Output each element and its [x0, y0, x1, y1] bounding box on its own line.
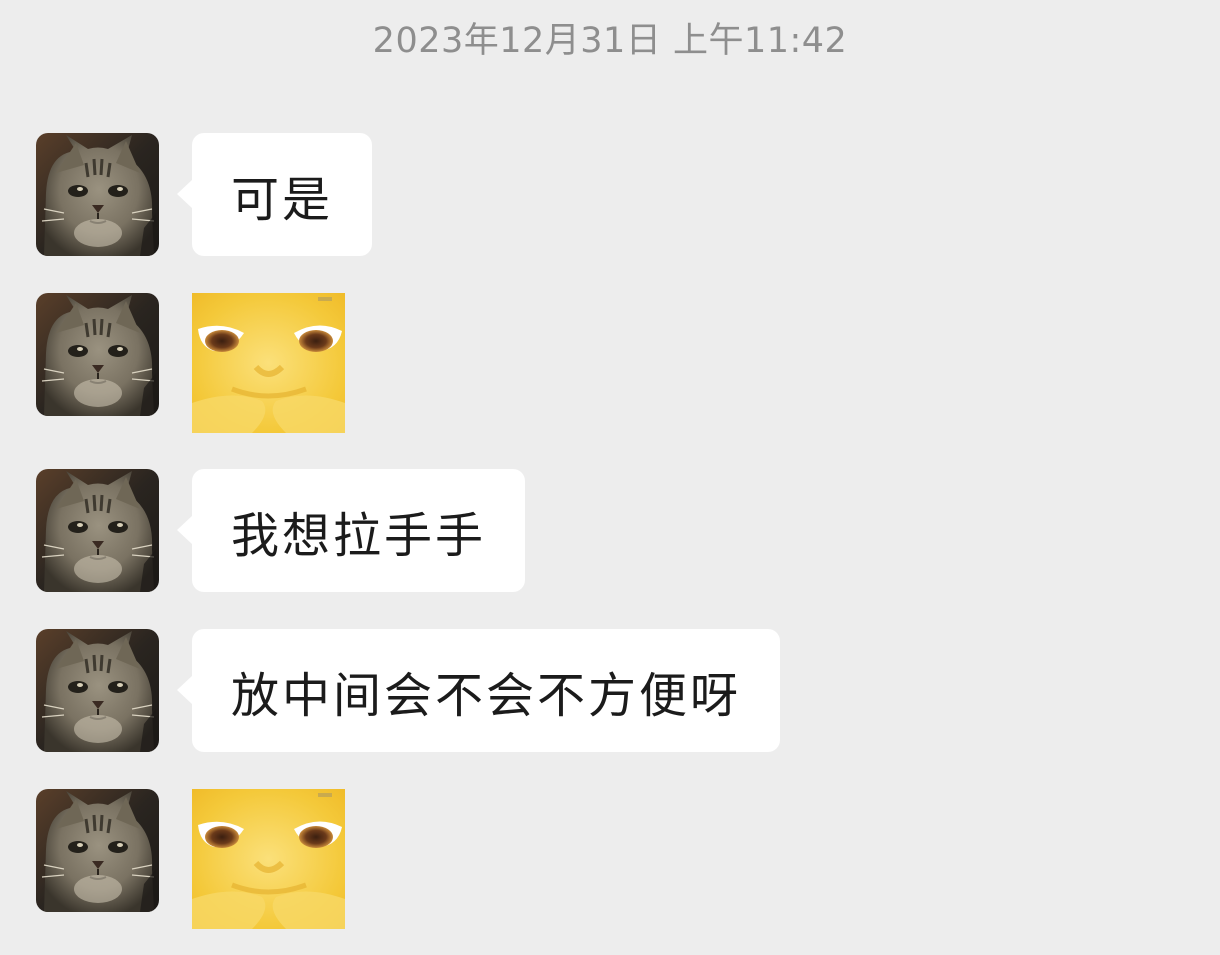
cat-avatar[interactable] [36, 133, 159, 256]
text-message-bubble[interactable]: 可是 [176, 133, 373, 256]
text-message-bubble[interactable]: 放中间会不会不方便呀 [176, 629, 781, 752]
message-row [36, 293, 345, 433]
message-row: 可是 [36, 133, 373, 256]
chat-view: 2023年12月31日 上午11:42 可是 我想拉手手 放中间会不会不方便呀 [0, 0, 1220, 955]
cat-avatar[interactable] [36, 629, 159, 752]
message-timestamp: 2023年12月31日 上午11:42 [372, 21, 848, 61]
message-row: 放中间会不会不方便呀 [36, 629, 781, 752]
yellow-face-sticker[interactable] [192, 789, 345, 929]
cat-avatar[interactable] [36, 469, 159, 592]
message-row: 我想拉手手 [36, 469, 526, 592]
cat-avatar[interactable] [36, 789, 159, 912]
message-row [36, 789, 345, 929]
text-message-bubble[interactable]: 我想拉手手 [176, 469, 526, 592]
yellow-face-sticker[interactable] [192, 293, 345, 433]
cat-avatar[interactable] [36, 293, 159, 416]
